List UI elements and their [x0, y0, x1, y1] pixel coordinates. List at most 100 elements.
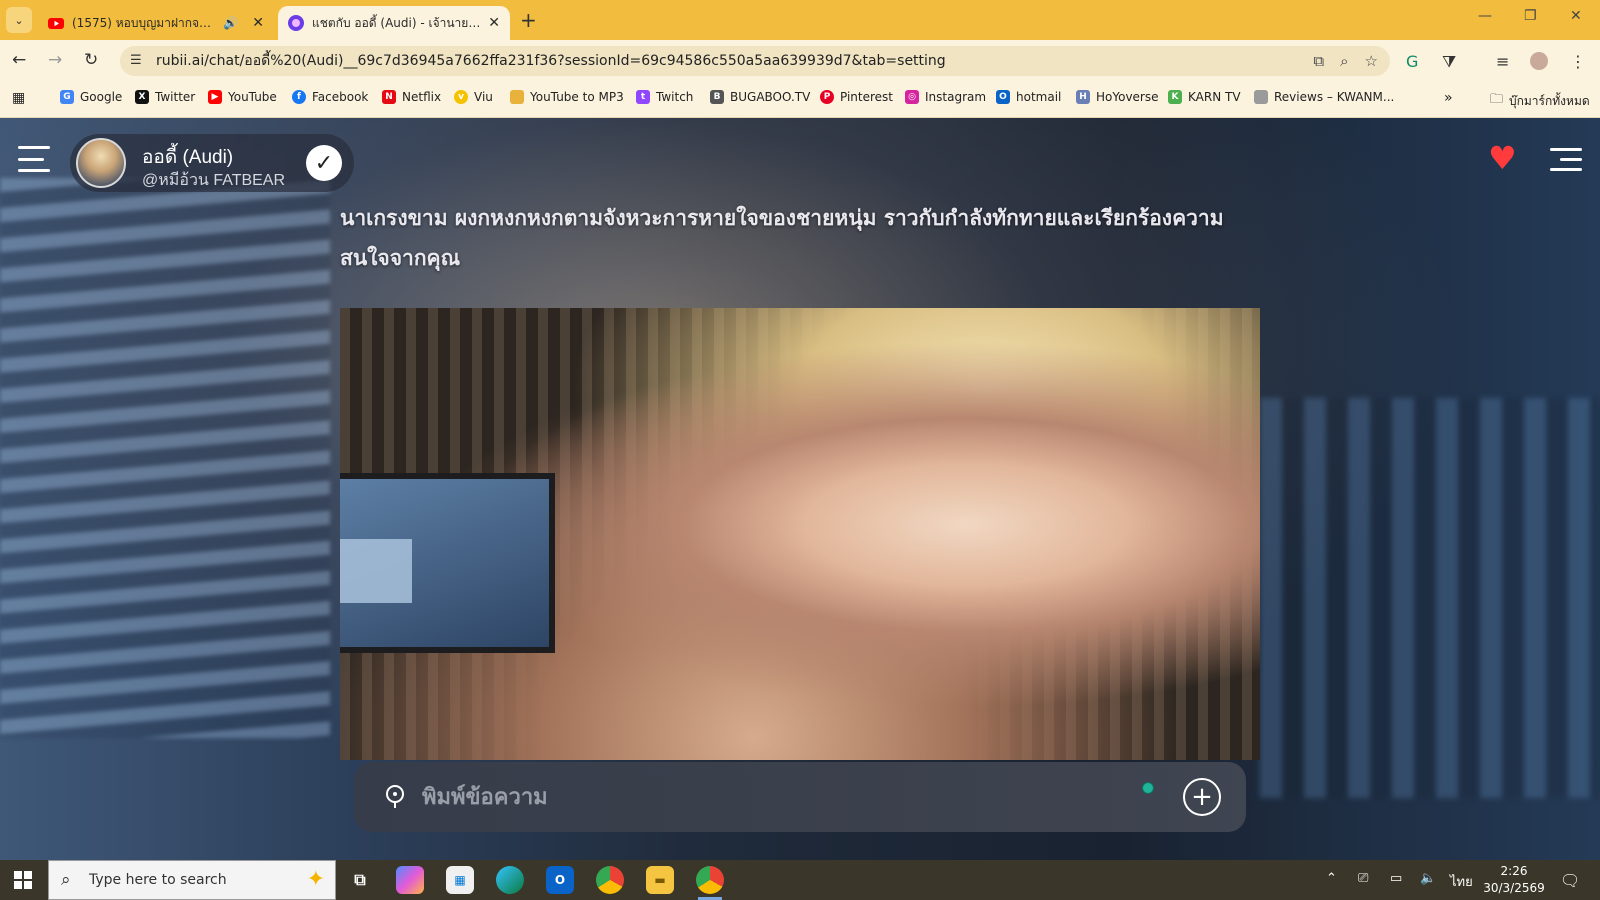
network-icon[interactable]: ▭: [1390, 871, 1402, 886]
page-icon: [1254, 90, 1268, 104]
character-card[interactable]: ออดี้ (Audi) @หมีอ้วน FATBEAR ✓: [70, 134, 354, 192]
viu-icon: v: [454, 90, 468, 104]
zoom-icon[interactable]: ⌕: [1340, 52, 1348, 70]
tab-search-dropdown[interactable]: ⌄: [6, 7, 32, 33]
system-clock[interactable]: 2:26 30/3/2569: [1478, 863, 1550, 897]
bookmarks-overflow-icon[interactable]: »: [1444, 90, 1453, 106]
bookmark-hoyoverse[interactable]: H HoYoverse: [1076, 90, 1159, 104]
grammarly-icon[interactable]: G: [1406, 52, 1418, 71]
lightbulb-icon[interactable]: [384, 784, 406, 810]
address-bar[interactable]: ☰ rubii.ai/chat/ออดี้%20(Audi)__69c7d369…: [120, 46, 1390, 76]
bookmark-reviews[interactable]: Reviews – KWANM...: [1254, 90, 1394, 104]
status-dot: [1142, 782, 1154, 794]
facebook-icon: f: [292, 90, 306, 104]
bookmark-youtube[interactable]: ▶ YouTube: [208, 90, 277, 104]
add-attachment-button[interactable]: +: [1183, 778, 1221, 816]
close-window-icon[interactable]: ✕: [1570, 8, 1582, 24]
taskbar-search-placeholder: Type here to search: [89, 872, 227, 888]
notifications-icon[interactable]: 🗨: [1560, 871, 1580, 890]
netflix-icon: N: [382, 90, 396, 104]
language-indicator[interactable]: ไทย: [1450, 871, 1473, 892]
bookmark-twitter[interactable]: X Twitter: [135, 90, 195, 104]
bookmark-karn-tv[interactable]: K KARN TV: [1168, 90, 1241, 104]
chrome-profile-icon[interactable]: [696, 866, 724, 900]
youtube-icon: [48, 18, 64, 29]
browser-menu-icon[interactable]: ⋮: [1570, 52, 1586, 71]
tab-title: (1575) หอบบุญมาฝากจากเขาลึ: [72, 15, 215, 30]
tab-youtube[interactable]: (1575) หอบบุญมาฝากจากเขาลึ 🔊 ✕: [38, 6, 274, 40]
instagram-icon: ◎: [905, 90, 919, 104]
tab-strip: ⌄ (1575) หอบบุญมาฝากจากเขาลึ 🔊 ✕ แชตกับ …: [0, 0, 1600, 40]
hoyoverse-icon: H: [1076, 90, 1090, 104]
narration-text: นาเกรงขาม ผงกหงกหงกตามจังหวะการหายใจของช…: [340, 206, 1224, 270]
karn-tv-icon: K: [1168, 90, 1182, 104]
bookmark-facebook[interactable]: f Facebook: [292, 90, 368, 104]
bookmark-twitch[interactable]: t Twitch: [636, 90, 693, 104]
check-icon[interactable]: ✓: [306, 145, 342, 181]
bookmark-google[interactable]: G Google: [60, 90, 122, 104]
chat-page: ออดี้ (Audi) @หมีอ้วน FATBEAR ✓ ♥ นาเกรง…: [0, 118, 1600, 860]
forward-icon[interactable]: →: [48, 50, 62, 70]
tab-title: แชตกับ ออดี้ (Audi) - เจ้านายสุดเนี๊ยบ: [312, 15, 482, 30]
clock-time: 2:26: [1500, 864, 1528, 878]
tab-close-icon[interactable]: ✕: [488, 15, 500, 31]
background-blinds-right: [1260, 398, 1600, 798]
meet-now-icon[interactable]: ⎚: [1358, 871, 1368, 886]
install-app-icon[interactable]: ⧉: [1313, 52, 1324, 70]
folder-icon: 🗀: [1490, 92, 1504, 107]
character-scene-image: [340, 308, 1260, 760]
tab-rubii-chat[interactable]: แชตกับ ออดี้ (Audi) - เจ้านายสุดเนี๊ยบ ✕: [278, 6, 510, 40]
outlook-icon: O: [996, 90, 1010, 104]
tab-close-icon[interactable]: ✕: [252, 15, 264, 31]
windows-start-icon[interactable]: [14, 871, 32, 889]
profile-avatar[interactable]: [1530, 52, 1548, 70]
heart-icon[interactable]: ♥: [1488, 142, 1517, 174]
apps-grid-icon[interactable]: ▦: [12, 90, 25, 106]
bookmark-star-icon[interactable]: ☆: [1365, 52, 1378, 70]
back-icon[interactable]: ←: [12, 50, 26, 70]
bookmark-viu[interactable]: v Viu: [454, 90, 493, 104]
bookmark-pinterest[interactable]: P Pinterest: [820, 90, 893, 104]
sparkle-icon: ✦: [306, 867, 325, 892]
bookmarks-bar: ▦ G Google X Twitter ▶ YouTube f Facebook NN…: [0, 80, 1600, 118]
sidebar-menu-button[interactable]: [18, 146, 50, 172]
creator-handle[interactable]: @หมีอ้วน FATBEAR: [142, 168, 285, 193]
pinterest-icon: P: [820, 90, 834, 104]
bookmark-hotmail[interactable]: Ohotmail: [996, 90, 1061, 104]
taskbar: ⌕ Type here to search ✦ ⧉ ▦ O ▬ ⌃ ⎚ ▭ 🔈 …: [0, 860, 1600, 900]
store-icon[interactable]: ▦: [446, 866, 474, 894]
avatar[interactable]: [76, 138, 126, 188]
speaker-icon[interactable]: 🔊: [223, 16, 238, 30]
monitor-shape: [340, 473, 555, 653]
x-twitter-icon: X: [135, 90, 149, 104]
folder-icon: [510, 90, 524, 104]
bookmark-netflix[interactable]: N Netflix: [382, 90, 441, 104]
outlook-icon[interactable]: O: [546, 866, 574, 894]
file-explorer-icon[interactable]: ▬: [646, 866, 674, 894]
volume-icon[interactable]: 🔈: [1420, 871, 1436, 886]
media-control-icon[interactable]: ≡: [1496, 52, 1509, 71]
edge-icon[interactable]: [496, 866, 524, 894]
bookmark-instagram[interactable]: ◎ Instagram: [905, 90, 986, 104]
bookmark-bugaboo[interactable]: B BUGABOO.TV: [710, 90, 810, 104]
new-tab-button[interactable]: +: [520, 8, 537, 32]
message-input[interactable]: [422, 780, 1102, 814]
message-composer: +: [354, 762, 1246, 832]
twitch-icon: t: [636, 90, 650, 104]
all-bookmarks-folder[interactable]: 🗀 บุ๊กมาร์กทั้งหมด: [1490, 90, 1590, 112]
restore-icon[interactable]: ❐: [1524, 8, 1537, 24]
extensions-icon[interactable]: ⧩: [1442, 52, 1456, 72]
tray-overflow-icon[interactable]: ⌃: [1326, 871, 1337, 886]
clock-date: 30/3/2569: [1483, 881, 1545, 895]
minimize-icon[interactable]: —: [1478, 8, 1492, 24]
chat-menu-icon[interactable]: [1550, 148, 1582, 172]
rubii-icon: [288, 15, 304, 31]
background-blinds: [0, 178, 330, 738]
reload-icon[interactable]: ↻: [84, 50, 98, 70]
copilot-icon[interactable]: [396, 866, 424, 894]
taskbar-search[interactable]: ⌕ Type here to search ✦: [48, 860, 336, 900]
site-info-icon[interactable]: ☰: [130, 53, 142, 68]
chrome-icon[interactable]: [596, 866, 624, 894]
bookmark-youtube-to-mp3[interactable]: YouTube to MP3: [510, 90, 624, 104]
task-view-icon[interactable]: ⧉: [346, 866, 374, 894]
